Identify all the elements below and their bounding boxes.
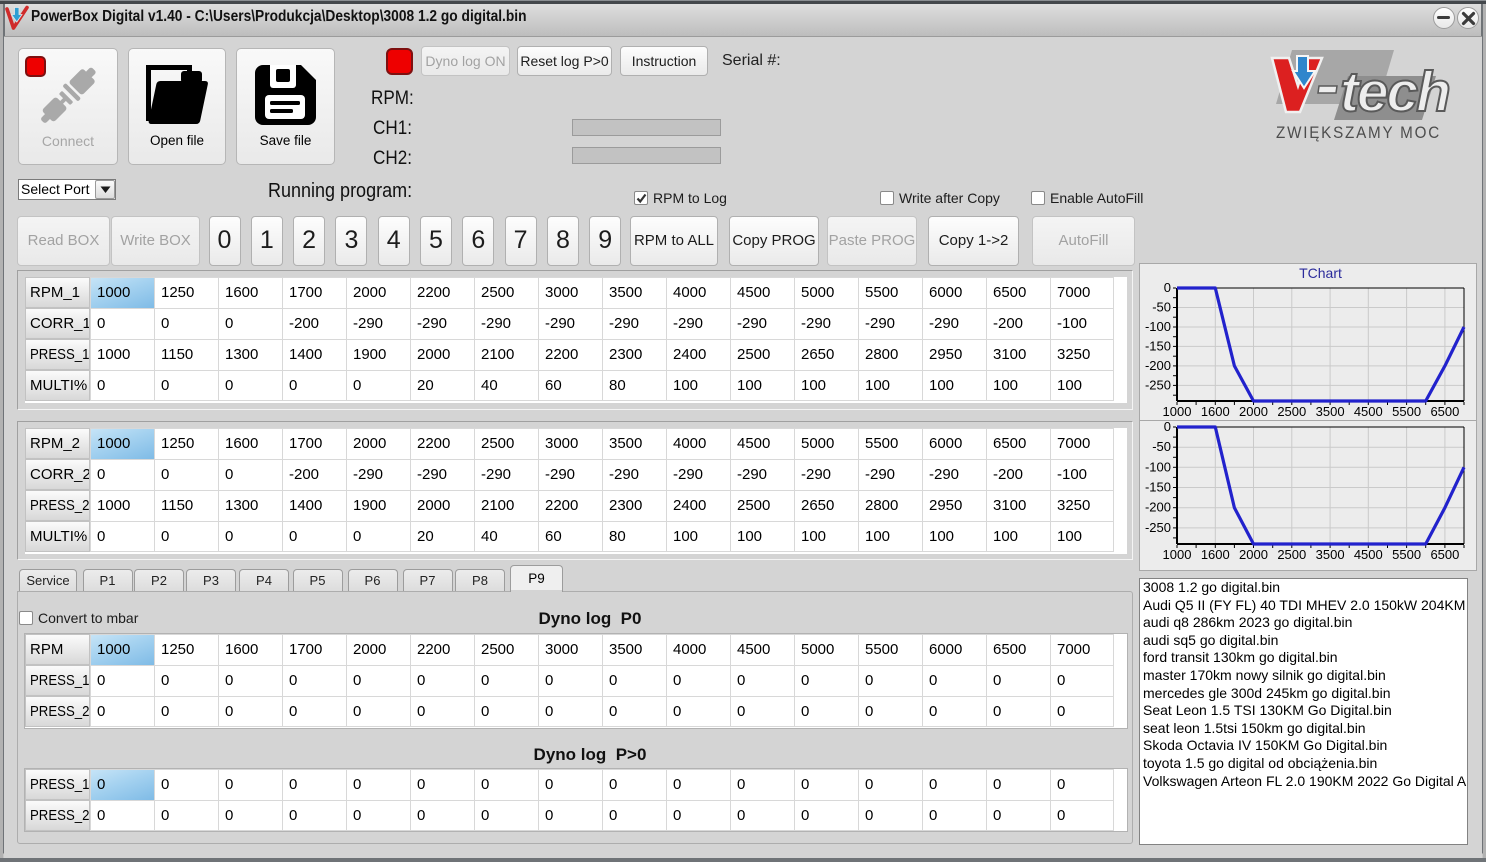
svg-text:3500: 3500 <box>1316 404 1345 419</box>
svg-text:-50: -50 <box>1152 300 1171 315</box>
svg-text:ZWIĘKSZAMY MOC: ZWIĘKSZAMY MOC <box>1276 123 1441 142</box>
svg-text:2500: 2500 <box>1277 547 1306 562</box>
svg-text:5500: 5500 <box>1392 547 1421 562</box>
svg-text:-250: -250 <box>1145 377 1171 392</box>
svg-text:-150: -150 <box>1145 480 1171 495</box>
svg-text:3500: 3500 <box>1316 547 1345 562</box>
svg-text:2000: 2000 <box>1239 547 1268 562</box>
svg-text:TChart: TChart <box>1299 265 1342 281</box>
svg-text:1000: 1000 <box>1163 404 1192 419</box>
svg-text:-50: -50 <box>1152 439 1171 454</box>
svg-text:2000: 2000 <box>1239 404 1268 419</box>
svg-text:2500: 2500 <box>1277 404 1306 419</box>
svg-text:1000: 1000 <box>1163 547 1192 562</box>
svg-text:-200: -200 <box>1145 358 1171 373</box>
svg-text:1600: 1600 <box>1201 547 1230 562</box>
svg-text:5500: 5500 <box>1392 404 1421 419</box>
svg-text:-250: -250 <box>1145 520 1171 535</box>
svg-text:4500: 4500 <box>1354 404 1383 419</box>
svg-text:-100: -100 <box>1145 459 1171 474</box>
svg-text:0: 0 <box>1164 280 1171 295</box>
svg-text:-200: -200 <box>1145 500 1171 515</box>
svg-text:6500: 6500 <box>1430 547 1459 562</box>
svg-text:0: 0 <box>1164 421 1171 434</box>
svg-text:-150: -150 <box>1145 338 1171 353</box>
svg-text:4500: 4500 <box>1354 547 1383 562</box>
svg-text:6500: 6500 <box>1430 404 1459 419</box>
svg-text:tech: tech <box>1340 60 1449 124</box>
svg-text:1600: 1600 <box>1201 404 1230 419</box>
svg-text:-100: -100 <box>1145 319 1171 334</box>
